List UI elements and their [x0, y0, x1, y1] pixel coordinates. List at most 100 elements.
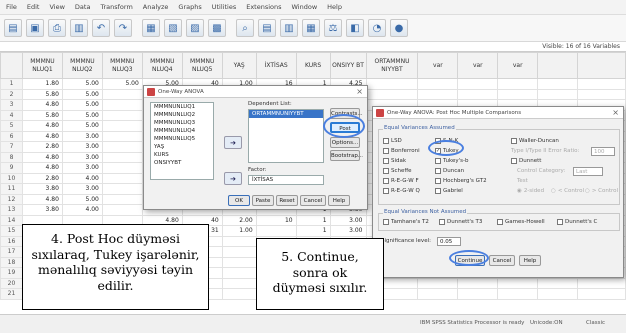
row-number[interactable]: 10	[0, 172, 23, 184]
cancel-button[interactable]: Cancel	[300, 195, 326, 206]
data-cell[interactable]: 3.00	[329, 225, 367, 237]
data-cell[interactable]: 5.00	[61, 120, 103, 132]
data-cell[interactable]: 5.00	[61, 78, 103, 90]
row-number[interactable]: 3	[0, 99, 23, 111]
column-header[interactable]	[537, 52, 579, 79]
data-cell[interactable]	[417, 277, 459, 289]
variable-item[interactable]: MMMNUNLUQ2	[151, 111, 213, 119]
data-cell[interactable]: 5.00	[61, 109, 103, 121]
less-control-radio[interactable]: ○ < Control	[551, 188, 584, 194]
row-number[interactable]: 14	[0, 214, 23, 226]
variable-item[interactable]: MMMNUNLUQ1	[151, 103, 213, 111]
data-cell[interactable]	[221, 235, 257, 247]
data-cell[interactable]	[221, 246, 257, 258]
data-cell[interactable]	[365, 78, 419, 90]
column-header[interactable]: İXTİSAS	[255, 52, 297, 79]
data-cell[interactable]: 5.80	[21, 109, 63, 121]
use-sets-icon[interactable]: ●	[390, 19, 408, 37]
bonferroni-checkbox[interactable]: Bonferroni	[383, 148, 420, 154]
menu-file[interactable]: File	[6, 3, 17, 11]
data-cell[interactable]: 4.80	[21, 99, 63, 111]
bootstrap-button[interactable]: Bootstrap...	[330, 150, 363, 161]
data-cell[interactable]: 1	[295, 225, 331, 237]
move-to-factor-arrow-button[interactable]: ➔	[224, 172, 242, 185]
column-header[interactable]: var	[497, 52, 539, 79]
reset-button[interactable]: Reset	[276, 195, 298, 206]
waller-duncan-checkbox[interactable]: Waller-Duncan	[511, 138, 559, 144]
data-cell[interactable]	[537, 78, 579, 90]
row-number[interactable]: 17	[0, 246, 23, 258]
data-cell[interactable]	[497, 277, 539, 289]
two-sided-radio[interactable]: ◉ 2-sided	[517, 188, 544, 194]
help-button[interactable]: Help	[519, 255, 541, 266]
dependent-list[interactable]: ORTAMMNUNIYYBT	[248, 109, 324, 163]
open-icon[interactable]: ▤	[4, 19, 22, 37]
data-cell[interactable]: 5.80	[21, 88, 63, 100]
data-cell[interactable]: 1.00	[221, 225, 257, 237]
data-cell[interactable]: 2.00	[221, 214, 257, 226]
menu-data[interactable]: Data	[75, 3, 91, 11]
menu-extensions[interactable]: Extensions	[246, 3, 281, 11]
column-header[interactable]: MMMNU NLUQ2	[61, 52, 103, 79]
row-number[interactable]: 13	[0, 204, 23, 216]
data-cell[interactable]	[577, 88, 626, 100]
data-cell[interactable]	[577, 78, 626, 90]
data-cell[interactable]	[457, 78, 499, 90]
close-icon[interactable]: ×	[612, 107, 619, 119]
data-cell[interactable]: 5.00	[61, 88, 103, 100]
data-cell[interactable]: 4.00	[61, 172, 103, 184]
row-number[interactable]: 1	[0, 78, 23, 90]
dunnett-checkbox[interactable]: Dunnett	[511, 158, 541, 164]
games-howell-checkbox[interactable]: Games-Howell	[497, 219, 545, 225]
column-header[interactable]: ORTAMMNU NIYYBT	[365, 52, 419, 79]
dialog-recall-icon[interactable]: ▥	[70, 19, 88, 37]
row-number[interactable]: 21	[0, 288, 23, 300]
variable-item[interactable]: ONSIYYBT	[151, 159, 213, 167]
column-header[interactable]: ONSIYY BT	[329, 52, 367, 79]
duncan-checkbox[interactable]: Duncan	[435, 168, 464, 174]
lsd-checkbox[interactable]: LSD	[383, 138, 402, 144]
data-cell[interactable]	[417, 288, 459, 300]
dependent-item[interactable]: ORTAMMNUNIYYBT	[249, 110, 323, 118]
column-header[interactable]: var	[417, 52, 459, 79]
data-cell[interactable]	[221, 277, 257, 289]
row-number[interactable]: 15	[0, 225, 23, 237]
menu-analyze[interactable]: Analyze	[143, 3, 169, 11]
column-header[interactable]: MMMNU NLUQ5	[181, 52, 223, 79]
data-cell[interactable]	[101, 162, 143, 174]
data-cell[interactable]	[101, 151, 143, 163]
data-cell[interactable]	[537, 88, 579, 100]
row-number[interactable]: 2	[0, 88, 23, 100]
data-cell[interactable]	[101, 193, 143, 205]
data-cell[interactable]: 4.80	[21, 130, 63, 142]
tukeys-b-checkbox[interactable]: Tukey's-b	[435, 158, 469, 164]
data-cell[interactable]: 3.00	[61, 130, 103, 142]
row-number[interactable]: 5	[0, 120, 23, 132]
factor-field[interactable]: İXTİSAS	[248, 175, 324, 185]
insert-variable-icon[interactable]: ▥	[280, 19, 298, 37]
cancel-button[interactable]: Cancel	[489, 255, 515, 266]
data-cell[interactable]	[101, 183, 143, 195]
data-cell[interactable]	[417, 78, 459, 90]
row-number[interactable]: 7	[0, 141, 23, 153]
variable-item[interactable]: KURS	[151, 151, 213, 159]
data-cell[interactable]	[417, 88, 459, 100]
variable-item[interactable]: YAŞ	[151, 143, 213, 151]
data-cell[interactable]: 3.00	[61, 183, 103, 195]
scheffe-checkbox[interactable]: Scheffe	[383, 168, 412, 174]
data-cell[interactable]	[497, 78, 539, 90]
menu-help[interactable]: Help	[327, 3, 342, 11]
row-number[interactable]: 4	[0, 109, 23, 121]
sidak-checkbox[interactable]: Sidak	[383, 158, 406, 164]
data-cell[interactable]	[101, 204, 143, 216]
data-cell[interactable]: 3.00	[329, 214, 367, 226]
row-number[interactable]: 9	[0, 162, 23, 174]
menu-transform[interactable]: Transform	[100, 3, 132, 11]
column-header[interactable]: var	[457, 52, 499, 79]
column-header[interactable]: MMMNU NLUQ3	[101, 52, 143, 79]
paste-button[interactable]: Paste	[252, 195, 274, 206]
column-header[interactable]	[577, 52, 626, 79]
data-cell[interactable]	[497, 88, 539, 100]
control-category-select[interactable]: Last	[573, 167, 603, 176]
row-number[interactable]: 20	[0, 277, 23, 289]
